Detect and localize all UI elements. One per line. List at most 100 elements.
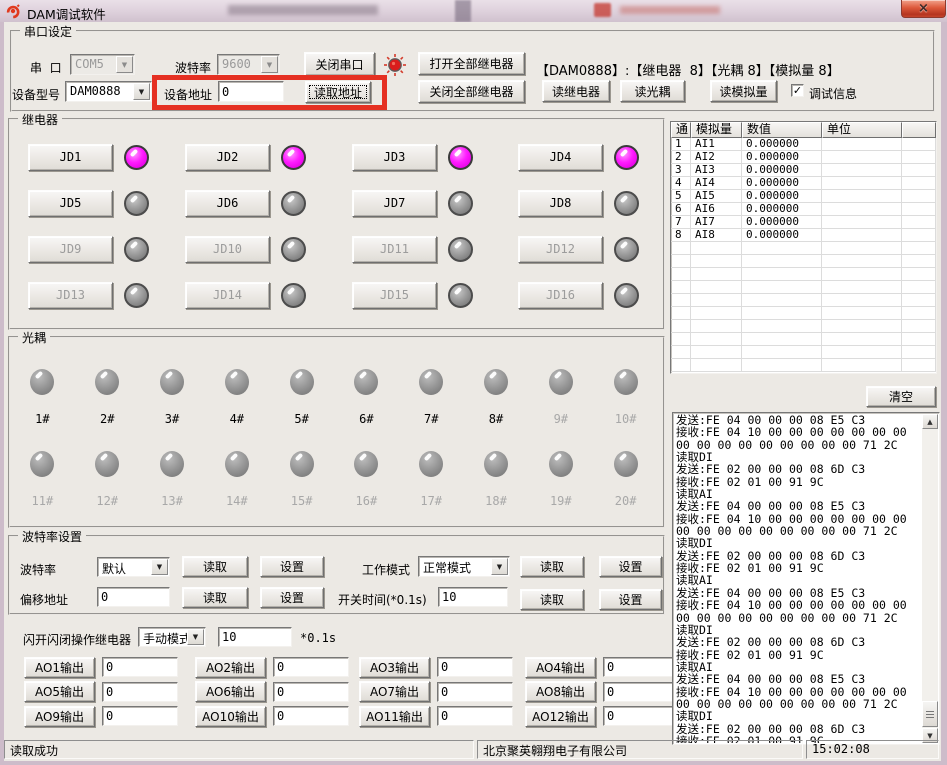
cell-extra [902,294,936,307]
read-address-button[interactable]: 读取地址 [305,81,371,103]
relay-button[interactable]: JD5 [28,190,113,217]
relay-button[interactable]: JD9 [28,236,113,263]
cell-analog [691,320,742,333]
status-time: 15:02:08 [806,740,939,759]
ao-output-button[interactable]: AO6输出 [195,681,266,702]
baudrate-select[interactable]: 默认 ▼ [97,557,170,577]
ao-output-button[interactable]: AO7输出 [359,681,430,702]
relay-button[interactable]: JD11 [352,236,437,263]
debug-info-checkbox[interactable]: ✓ [791,84,804,97]
offset-read-button[interactable]: 读取 [182,587,248,608]
ao-value-input[interactable]: 0 [437,657,513,677]
relay-cell: JD2 [185,134,352,180]
header-analog[interactable]: 模拟量 [691,122,742,138]
ao-output-button[interactable]: AO9输出 [24,706,95,727]
ao-value-input[interactable]: 0 [603,706,679,726]
scroll-up-icon[interactable]: ▲ [922,414,938,429]
cell-extra [902,307,936,320]
model-select[interactable]: DAM0888 ▼ [65,81,152,102]
relay-button[interactable]: JD12 [518,236,603,263]
device-address-input[interactable] [218,81,284,102]
relay-button[interactable]: JD14 [185,282,270,309]
relay-indicator-lamp [448,237,473,262]
offset-set-button[interactable]: 设置 [260,587,324,608]
relay-button[interactable]: JD10 [185,236,270,263]
read-relay-button[interactable]: 读继电器 [542,80,610,102]
relay-indicator-lamp [124,283,149,308]
ao-output-button[interactable]: AO1输出 [24,657,95,678]
ao-value-input[interactable]: 0 [437,682,513,702]
relay-button[interactable]: JD4 [518,144,603,171]
cell-channel [671,294,691,307]
cell-unit [822,359,902,372]
baud-value: 9600 [222,57,251,71]
switch-time-input[interactable] [438,587,508,607]
baudrate-read-button[interactable]: 读取 [182,556,248,577]
baudrate-set-button[interactable]: 设置 [260,556,324,577]
opto-cell: 13# [140,451,205,508]
relay-button[interactable]: JD15 [352,282,437,309]
relay-button[interactable]: JD6 [185,190,270,217]
flash-time-input[interactable] [218,627,292,647]
cell-unit [822,242,902,255]
ao-output-button[interactable]: AO12输出 [525,706,596,727]
ao-output-button[interactable]: AO11输出 [359,706,430,727]
ao-value-input[interactable]: 0 [102,657,178,677]
open-all-relays-button[interactable]: 打开全部继电器 [418,52,525,75]
header-unit[interactable]: 单位 [822,122,902,138]
switch-time-read-button[interactable]: 读取 [520,589,584,610]
comm-log[interactable]: 发送:FE 04 00 00 00 08 E5 C3 接收:FE 04 10 0… [672,412,940,745]
cell-extra [902,177,936,190]
opto-indicator-lamp [549,369,573,395]
ao-output-button[interactable]: AO3输出 [359,657,430,678]
header-extra[interactable] [902,122,936,138]
ao-value-input[interactable]: 0 [273,657,349,677]
ao-output-button[interactable]: AO8输出 [525,681,596,702]
baud-select[interactable]: 9600 ▼ [217,54,280,75]
relay-button[interactable]: JD16 [518,282,603,309]
close-serial-button[interactable]: 关闭串口 [304,52,375,76]
ao-value-input[interactable]: 0 [603,682,679,702]
work-mode-read-button[interactable]: 读取 [520,556,584,577]
scrollbar-thumb[interactable] [922,701,938,727]
switch-time-set-button[interactable]: 设置 [599,589,662,610]
relay-button[interactable]: JD2 [185,144,270,171]
cell-unit [822,320,902,333]
log-scrollbar[interactable]: ▲ ▼ [922,414,938,743]
ao-value-input[interactable]: 0 [102,682,178,702]
header-value[interactable]: 数值 [742,122,822,138]
cell-value [742,320,822,333]
relay-button[interactable]: JD7 [352,190,437,217]
read-analog-button[interactable]: 读模拟量 [710,80,777,102]
relay-button[interactable]: JD8 [518,190,603,217]
ao-value-input[interactable]: 0 [603,657,679,677]
offset-address-input[interactable] [97,587,170,607]
ao-value-input[interactable]: 0 [102,706,178,726]
relay-button[interactable]: JD13 [28,282,113,309]
ao-value-input[interactable]: 0 [437,706,513,726]
port-select[interactable]: COM5 ▼ [70,54,135,75]
cell-extra [902,164,936,177]
flash-mode-select[interactable]: 手动模式 ▼ [138,627,206,647]
relay-button[interactable]: JD3 [352,144,437,171]
cell-analog: AI4 [691,177,742,190]
cell-analog [691,359,742,372]
read-opto-button[interactable]: 读光耦 [620,80,685,102]
ao-value-input[interactable]: 0 [273,706,349,726]
ao-output-button[interactable]: AO2输出 [195,657,266,678]
clear-log-button[interactable]: 清空 [866,386,936,407]
ao-output-button[interactable]: AO10输出 [195,706,266,727]
ao-output-button[interactable]: AO5输出 [24,681,95,702]
opto-indicator-lamp [614,451,638,477]
work-mode-set-button[interactable]: 设置 [599,556,662,577]
work-mode-select[interactable]: 正常模式 ▼ [418,556,510,577]
close-button[interactable]: × [901,0,946,18]
cell-channel [671,281,691,294]
ao-output-button[interactable]: AO4输出 [525,657,596,678]
header-channel[interactable]: 通 [671,122,691,138]
ao-value-input[interactable]: 0 [273,682,349,702]
cell-extra [902,268,936,281]
opto-indicator-lamp [614,369,638,395]
close-all-relays-button[interactable]: 关闭全部继电器 [418,80,525,103]
relay-button[interactable]: JD1 [28,144,113,171]
